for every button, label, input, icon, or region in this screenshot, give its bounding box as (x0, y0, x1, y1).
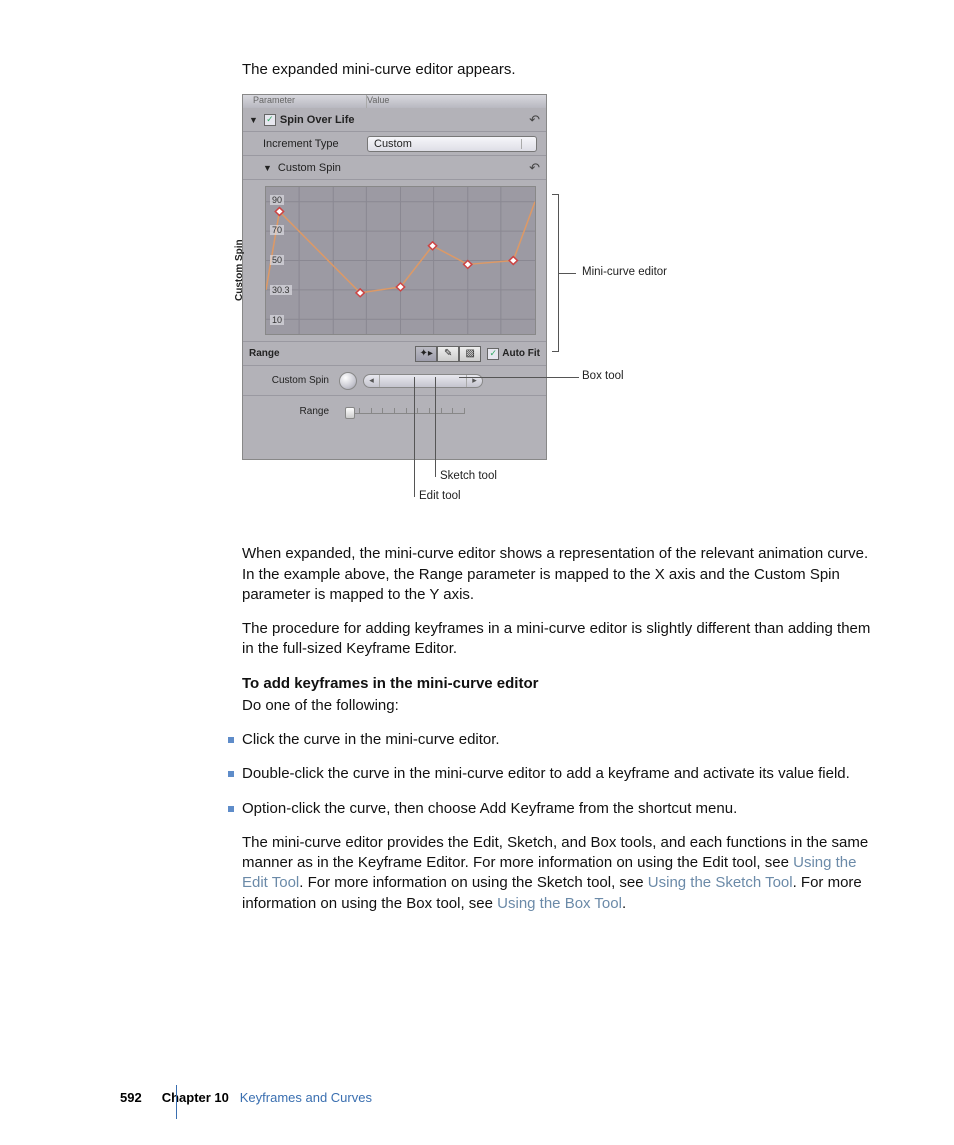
checkbox-enabled[interactable]: ✓ (264, 114, 276, 126)
section-subheading: Do one of the following: (242, 696, 882, 716)
body-paragraph-1: When expanded, the mini-curve editor sho… (242, 544, 882, 605)
figure: Parameter Value ▼ ✓ Spin Over Life ↶ Inc… (242, 94, 882, 514)
bullet-icon (228, 771, 234, 777)
body-paragraph-2: The procedure for adding keyframes in a … (242, 619, 882, 660)
range-label: Range (249, 348, 299, 359)
sketch-tool-button[interactable]: ✎ (437, 346, 459, 362)
callout-sketch-tool: Sketch tool (440, 470, 497, 482)
list-item: Double-click the curve in the mini-curve… (228, 764, 882, 784)
body-paragraph-3: The mini-curve editor provides the Edit,… (242, 833, 882, 914)
intro-text: The expanded mini-curve editor appears. (242, 60, 882, 80)
bullet-icon (228, 806, 234, 812)
increment-type-value: Custom (374, 138, 412, 150)
rotation-dial[interactable] (339, 372, 357, 390)
y-axis-label: Custom Spin (234, 240, 245, 302)
link-sketch-tool[interactable]: Using the Sketch Tool (648, 874, 793, 891)
row-custom-spin[interactable]: ▼ Custom Spin ↶ (243, 156, 546, 180)
range-row-label: Range (249, 406, 339, 417)
edit-tool-button[interactable]: ✦▸ (415, 346, 437, 362)
custom-spin-row-label: Custom Spin (249, 375, 339, 386)
curve-plot[interactable]: 90 70 50 30.3 10 (265, 186, 536, 335)
auto-fit-label: Auto Fit (502, 348, 540, 359)
range-slider[interactable] (345, 404, 465, 418)
callout-box-tool: Box tool (582, 370, 624, 382)
auto-fit-checkbox[interactable]: ✓ (487, 348, 499, 360)
mini-curve-editor-panel: Parameter Value ▼ ✓ Spin Over Life ↶ Inc… (242, 94, 547, 460)
link-box-tool[interactable]: Using the Box Tool (497, 895, 622, 912)
curve-plot-area[interactable]: Custom Spin (243, 180, 546, 342)
custom-spin-slider[interactable]: ◂ ▸ (363, 374, 483, 388)
header-parameter: Parameter (249, 95, 367, 108)
page-footer: 592 Chapter 10 Keyframes and Curves (120, 1090, 372, 1105)
footer-rule (176, 1085, 177, 1119)
bullet-icon (228, 737, 234, 743)
reset-icon[interactable]: ↶ (529, 160, 540, 176)
chapter-label: Chapter 10 (162, 1090, 229, 1105)
page-number: 592 (120, 1090, 142, 1105)
chapter-title: Keyframes and Curves (240, 1090, 372, 1105)
header-value: Value (367, 95, 389, 108)
callout-mini-curve: Mini-curve editor (582, 266, 667, 278)
range-control-row: Range (243, 396, 546, 426)
section-heading: To add keyframes in the mini-curve edito… (242, 674, 882, 694)
reset-icon[interactable]: ↶ (529, 112, 540, 128)
stepper-left-icon[interactable]: ◂ (364, 375, 380, 387)
callout-edit-tool: Edit tool (419, 490, 461, 502)
increment-type-label: Increment Type (263, 138, 339, 150)
ytick: 30.3 (270, 285, 292, 295)
increment-type-select[interactable]: Custom (367, 136, 537, 152)
ytick: 10 (270, 315, 284, 325)
disclosure-triangle-icon[interactable]: ▼ (263, 163, 272, 173)
custom-spin-label: Custom Spin (278, 162, 341, 174)
row-spin-over-life[interactable]: ▼ ✓ Spin Over Life ↶ (243, 108, 546, 132)
custom-spin-control-row: Custom Spin ◂ ▸ (243, 366, 546, 396)
box-tool-button[interactable]: ▧ (459, 346, 481, 362)
range-tools-row: Range ✦▸ ✎ ▧ ✓ Auto Fit (243, 342, 546, 366)
list-item: Click the curve in the mini-curve editor… (228, 730, 882, 750)
row-increment-type: Increment Type Custom (243, 132, 546, 156)
panel-header: Parameter Value (243, 95, 546, 108)
list-item: Option-click the curve, then choose Add … (228, 799, 882, 819)
disclosure-triangle-icon[interactable]: ▼ (249, 115, 258, 125)
spin-over-life-label: Spin Over Life (280, 114, 355, 126)
ytick: 50 (270, 255, 284, 265)
ytick: 70 (270, 225, 284, 235)
ytick: 90 (270, 195, 284, 205)
